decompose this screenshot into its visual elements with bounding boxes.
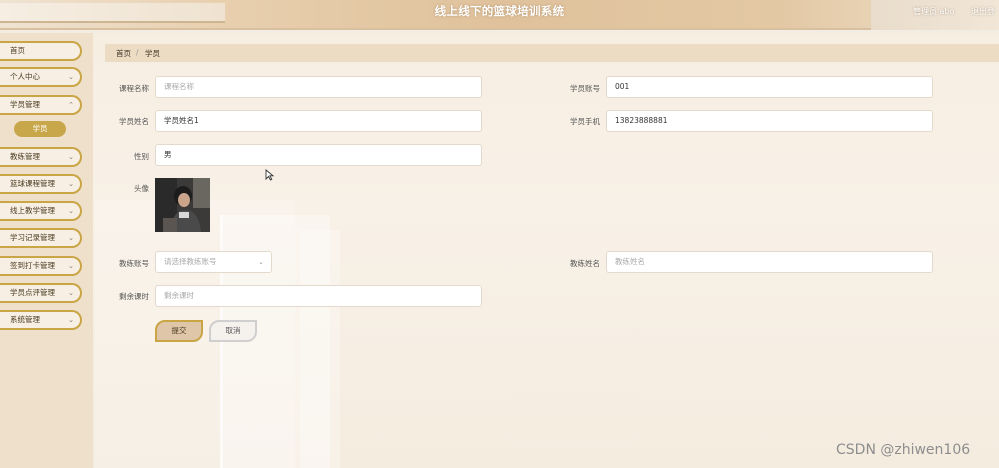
sidebar-item-label: 个人中心	[10, 72, 40, 81]
gender-label: 性别	[134, 152, 149, 161]
chevron-down-icon: ⌄	[68, 234, 74, 242]
sidebar-item-label: 系统管理	[10, 315, 40, 324]
sidebar-item-online-teaching-management[interactable]: 线上教学管理 ⌄	[0, 201, 82, 221]
chevron-down-icon: ⌄	[68, 262, 74, 270]
submit-button[interactable]: 提交	[155, 320, 203, 342]
breadcrumb-current: 学员	[145, 49, 160, 58]
sidebar-item-checkin-management[interactable]: 签到打卡管理 ⌄	[0, 256, 82, 276]
breadcrumb-home[interactable]: 首页	[116, 48, 131, 59]
coach-name-label: 教练姓名	[570, 259, 600, 268]
sidebar-item-study-record-management[interactable]: 学习记录管理 ⌄	[0, 228, 82, 248]
sidebar-item-home[interactable]: 首页	[0, 41, 82, 61]
sidebar-item-label: 学员管理	[10, 100, 40, 109]
gender-input[interactable]: 男	[155, 144, 482, 166]
sidebar-item-label: 线上教学管理	[10, 206, 55, 215]
sidebar-item-label: 篮球课程管理	[10, 179, 55, 188]
sidebar-item-label: 首页	[10, 46, 25, 55]
student-phone-input[interactable]: 13823888881	[606, 110, 933, 132]
chevron-down-icon: ⌄	[68, 180, 74, 188]
mouse-cursor-icon	[265, 169, 275, 184]
sidebar-item-system-management[interactable]: 系统管理 ⌄	[0, 310, 82, 330]
breadcrumb-separator: /	[136, 48, 139, 57]
sidebar-item-label: 学员点评管理	[10, 288, 55, 297]
chevron-down-icon: ⌄	[68, 73, 74, 81]
student-phone-label: 学员手机	[570, 117, 600, 126]
sidebar-item-student-management[interactable]: 学员管理 ⌃	[0, 95, 82, 115]
sidebar-item-personal-center[interactable]: 个人中心 ⌄	[0, 67, 82, 87]
sidebar-item-student-review-management[interactable]: 学员点评管理 ⌄	[0, 283, 82, 303]
chevron-down-icon: ⌄	[258, 258, 264, 266]
logout-link[interactable]: 退出登	[971, 6, 995, 17]
course-name-input[interactable]: 课程名称	[155, 76, 482, 98]
sidebar-item-label: 教练管理	[10, 152, 40, 161]
remaining-hours-input[interactable]: 剩余课时	[155, 285, 482, 307]
chevron-down-icon: ⌄	[68, 207, 74, 215]
coach-account-placeholder: 请选择教练账号	[164, 257, 217, 266]
avatar-photo-icon	[155, 178, 210, 232]
cancel-button[interactable]: 取消	[209, 320, 257, 342]
sidebar-item-basketball-course-management[interactable]: 篮球课程管理 ⌄	[0, 174, 82, 194]
chevron-up-icon: ⌃	[68, 101, 74, 109]
student-name-label: 学员姓名	[119, 117, 149, 126]
chevron-down-icon: ⌄	[68, 289, 74, 297]
remaining-hours-label: 剩余课时	[119, 292, 149, 301]
student-name-input[interactable]: 学员姓名1	[155, 110, 482, 132]
chevron-down-icon: ⌄	[68, 153, 74, 161]
avatar[interactable]	[155, 178, 210, 232]
background-decoration	[300, 230, 340, 468]
current-user-label: 管理员 abo	[913, 7, 955, 16]
breadcrumb: 首页 / 学员	[105, 44, 999, 62]
sidebar-item-label: 学习记录管理	[10, 233, 55, 242]
coach-account-label: 教练账号	[119, 259, 149, 268]
coach-name-input[interactable]: 教练姓名	[606, 251, 933, 273]
watermark: CSDN @zhiwen106	[836, 442, 971, 458]
top-header: 线上线下的篮球培训系统 管理员 abo 退出登	[0, 0, 999, 30]
sidebar-item-label: 签到打卡管理	[10, 261, 55, 270]
chevron-down-icon: ⌄	[68, 316, 74, 324]
system-title: 线上线下的篮球培训系统	[434, 4, 565, 18]
student-account-input[interactable]: 001	[606, 76, 933, 98]
sidebar-item-coach-management[interactable]: 教练管理 ⌄	[0, 147, 82, 167]
course-name-label: 课程名称	[119, 84, 149, 93]
avatar-label: 头像	[134, 184, 149, 193]
sidebar-subitem-students[interactable]: 学员	[14, 121, 66, 137]
coach-account-select[interactable]: 请选择教练账号 ⌄	[155, 251, 272, 273]
student-account-label: 学员账号	[570, 84, 600, 93]
